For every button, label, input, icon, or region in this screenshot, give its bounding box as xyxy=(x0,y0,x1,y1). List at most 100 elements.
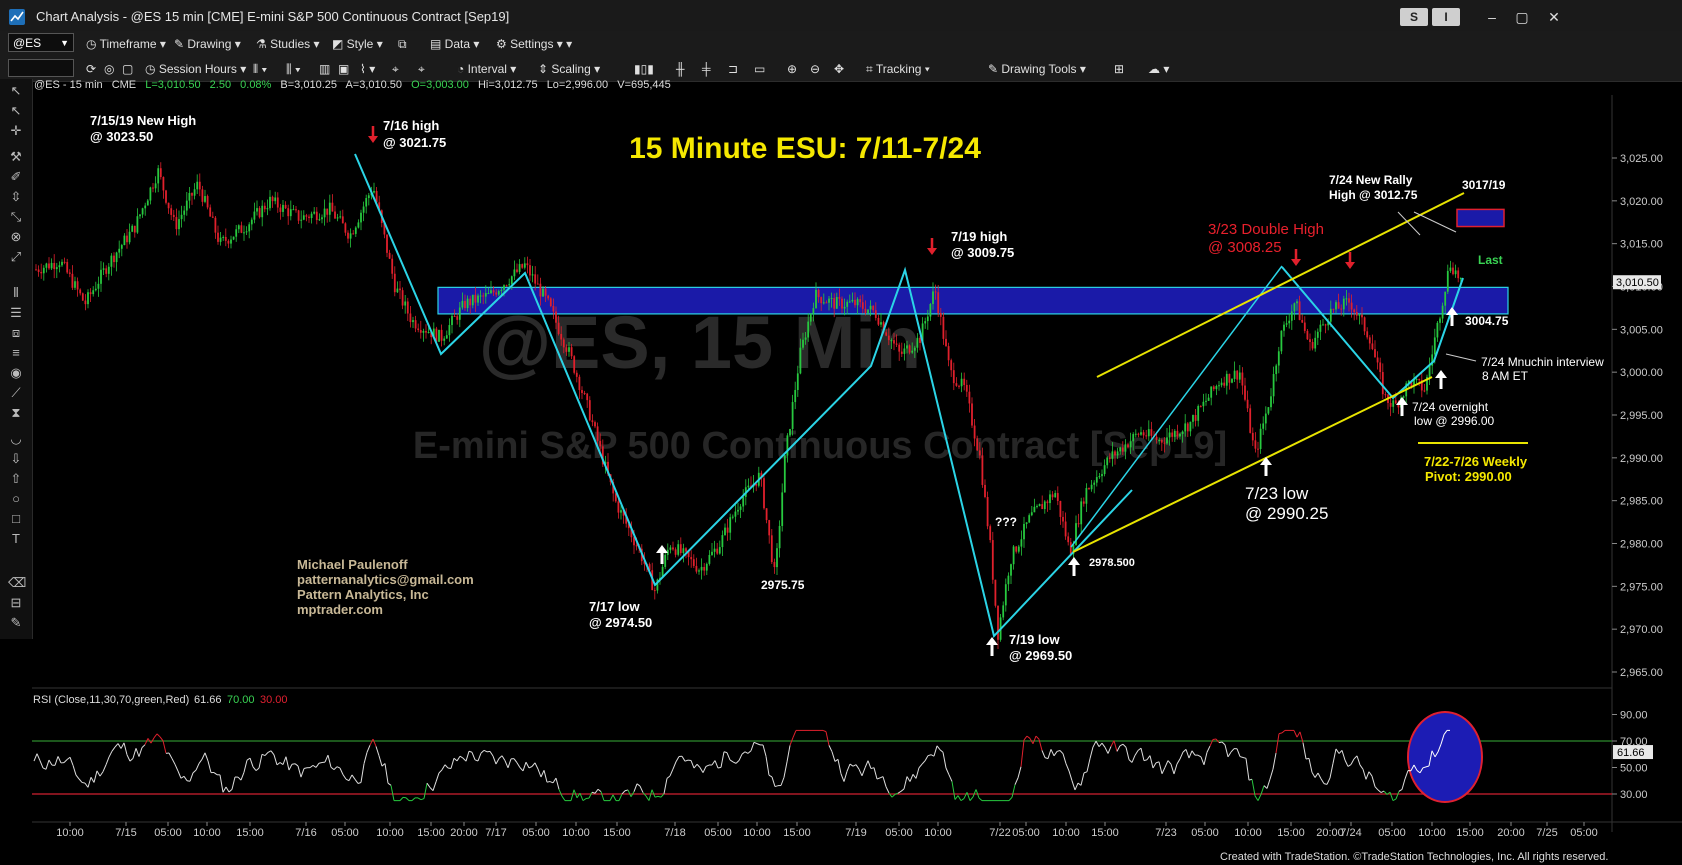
rsi-segment xyxy=(1098,742,1103,747)
rsi-segment xyxy=(675,756,680,762)
candle-body xyxy=(851,299,854,302)
rsi-segment xyxy=(267,750,272,753)
candle-body xyxy=(1303,322,1306,331)
rsi-segment xyxy=(315,762,320,768)
rsi-segment xyxy=(207,760,212,773)
candle-body xyxy=(1324,324,1327,326)
candle-body xyxy=(120,245,123,249)
candle-body xyxy=(599,440,602,447)
rsi-segment xyxy=(105,756,110,766)
candle-body xyxy=(175,217,178,230)
rsi-segment xyxy=(294,763,299,767)
candle-body xyxy=(1025,522,1028,524)
price-chart[interactable]: @ES, 15 Min E-mini S&P 500 Continuous Co… xyxy=(0,0,1682,865)
rsi-segment xyxy=(582,798,587,802)
candle-body xyxy=(399,288,401,291)
rsi-segment xyxy=(1335,748,1340,754)
rsi-segment xyxy=(1200,756,1205,766)
rsi-segment xyxy=(918,763,923,769)
rsi-segment xyxy=(78,778,83,783)
candle-body xyxy=(1189,421,1192,432)
rsi-segment xyxy=(348,774,353,781)
candle-body xyxy=(539,283,542,297)
rsi-segment xyxy=(588,792,593,799)
time-tick-label: 7/23 xyxy=(1155,827,1176,839)
candle-body xyxy=(167,202,170,209)
candle-body xyxy=(705,563,708,571)
rsi-segment xyxy=(936,745,941,751)
candle-body xyxy=(958,385,960,387)
rsi-segment xyxy=(426,782,431,788)
rsi-segment xyxy=(1293,730,1298,738)
candle-body xyxy=(1116,451,1119,456)
candle-body xyxy=(204,196,206,202)
rsi-segment xyxy=(969,796,974,801)
candle-body xyxy=(856,299,859,306)
rsi-segment xyxy=(1257,794,1262,801)
rsi-segment xyxy=(618,793,623,801)
rsi-segment xyxy=(774,785,779,788)
candle-body xyxy=(1394,400,1397,404)
candle-body xyxy=(100,269,102,284)
candle-body xyxy=(1270,396,1272,408)
time-tick-label: 05:00 xyxy=(1570,827,1598,839)
candle-body xyxy=(1236,370,1239,380)
candle-body xyxy=(1093,482,1096,485)
candle-body xyxy=(1179,433,1181,437)
candle-body xyxy=(1433,337,1436,355)
price-tick-label: 2,990.00 xyxy=(1620,453,1663,465)
candle-body xyxy=(1218,385,1220,387)
candle-body xyxy=(492,290,495,293)
rsi-segment xyxy=(459,755,464,759)
rsi-segment xyxy=(624,789,629,792)
rsi-segment xyxy=(972,789,977,798)
rsi-segment xyxy=(846,763,851,772)
rsi-segment xyxy=(1404,770,1409,780)
candle-body xyxy=(211,216,214,218)
rsi-segment xyxy=(549,781,554,784)
rsi-segment xyxy=(1095,740,1100,747)
candle-body xyxy=(451,316,453,326)
candle-body xyxy=(1259,428,1262,449)
time-tick-label: 10:00 xyxy=(376,827,404,839)
rsi-segment xyxy=(1059,750,1064,755)
candle-body xyxy=(248,224,251,232)
candle-body xyxy=(269,196,271,209)
candle-body xyxy=(843,306,846,309)
candle-body xyxy=(560,333,563,340)
rsi-segment xyxy=(1020,739,1025,767)
rsi-segment xyxy=(933,745,938,757)
candle-body xyxy=(1371,343,1374,350)
time-tick-label: 05:00 xyxy=(885,827,913,839)
candle-body xyxy=(685,548,687,552)
rsi-segment xyxy=(198,759,203,764)
candle-body xyxy=(854,299,856,306)
rsi-segment xyxy=(261,753,266,757)
candle-body xyxy=(365,198,368,207)
candle-body xyxy=(123,235,126,246)
rsi-segment xyxy=(1065,763,1070,772)
rsi-segment xyxy=(1350,758,1355,765)
rsi-segment xyxy=(195,763,200,771)
candle-body xyxy=(191,193,193,196)
rsi-segment xyxy=(75,774,80,780)
rsi-segment xyxy=(462,757,467,762)
candle-body xyxy=(1184,423,1187,432)
candle-body xyxy=(1041,504,1044,510)
candle-body xyxy=(105,268,108,274)
candle-body xyxy=(1049,494,1051,504)
candle-body xyxy=(1363,317,1366,332)
candle-body xyxy=(799,347,802,374)
candle-body xyxy=(950,360,953,371)
candle-body xyxy=(1452,267,1454,275)
ann-716-high-2: @ 3021.75 xyxy=(383,135,446,150)
candle-body xyxy=(674,549,677,555)
candle-body xyxy=(414,320,417,329)
rsi-segment xyxy=(108,750,113,758)
candle-body xyxy=(1340,308,1343,310)
ann-717-low-2: @ 2974.50 xyxy=(589,615,652,630)
rsi-segment xyxy=(498,755,503,759)
candle-body xyxy=(1010,564,1012,576)
rsi-segment xyxy=(66,756,71,761)
rsi-segment xyxy=(492,755,497,765)
